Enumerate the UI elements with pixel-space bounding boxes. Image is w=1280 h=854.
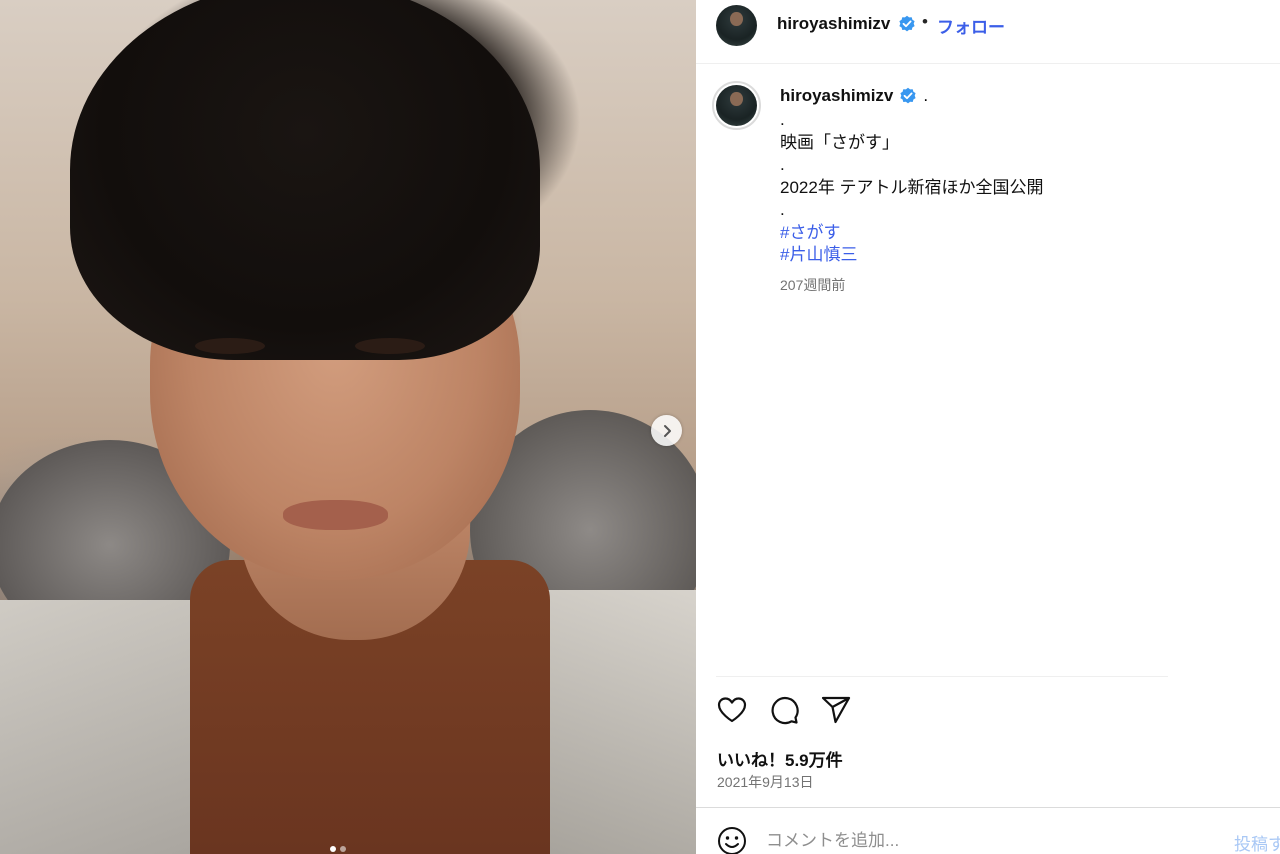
chevron-right-icon [663, 424, 671, 437]
emoji-button[interactable] [717, 826, 747, 854]
caption-username[interactable]: hiroyashimizv [780, 86, 893, 106]
hashtag-link[interactable]: #片山慎三 [780, 244, 1044, 267]
jacket [0, 600, 210, 854]
header-username[interactable]: hiroyashimizv [777, 14, 890, 34]
post-photo [0, 0, 696, 854]
smiley-icon [718, 827, 746, 854]
post-date: 2021年9月13日 [717, 774, 814, 790]
caption-line: . [780, 200, 785, 219]
heart-icon [717, 697, 747, 723]
jacket [540, 590, 696, 854]
lips [283, 500, 388, 530]
post-time-ago[interactable]: 207週間前 [780, 275, 845, 295]
carousel-dot [340, 846, 346, 852]
header-separator: • [922, 12, 928, 31]
comment-bar: 投稿す [696, 807, 1280, 854]
comment-button[interactable] [768, 694, 800, 726]
post-header: hiroyashimizv • フォロー [696, 0, 1280, 64]
likes-count[interactable]: いいね！5.9万件 [717, 746, 843, 771]
avatar[interactable] [716, 5, 757, 46]
share-button[interactable] [820, 694, 852, 726]
post-side-panel: hiroyashimizv • フォロー hiroyashimizv . . 映… [696, 0, 1280, 854]
eye [355, 338, 425, 354]
caption-line: . [780, 155, 785, 174]
caption-avatar[interactable] [712, 81, 761, 130]
follow-button[interactable]: フォロー [937, 13, 1005, 38]
caption-header: hiroyashimizv . [780, 86, 928, 106]
post-comment-button[interactable]: 投稿す [1234, 830, 1280, 854]
caption-line: . [780, 110, 785, 129]
comment-input[interactable] [766, 828, 1206, 854]
comment-icon [771, 696, 799, 725]
verified-badge-icon [899, 15, 915, 32]
action-bar [716, 694, 852, 726]
carousel-next-button[interactable] [651, 415, 682, 446]
avatar[interactable] [716, 85, 757, 126]
carousel-indicator [330, 846, 346, 852]
divider [716, 676, 1168, 677]
eye [195, 338, 265, 354]
share-icon [821, 696, 851, 724]
like-button[interactable] [716, 694, 748, 726]
carousel-dot-active [330, 846, 336, 852]
hashtag-link[interactable]: #さがす [780, 222, 1044, 245]
caption-line: 映画「さがす」 [780, 132, 899, 152]
verified-badge-icon [900, 87, 916, 104]
hair [70, 0, 540, 360]
caption-first-line: . [923, 86, 929, 105]
caption-body: . 映画「さがす」 . 2022年 テアトル新宿ほか全国公開 . #さがす #片… [780, 109, 1044, 267]
caption-line: 2022年 テアトル新宿ほか全国公開 [780, 177, 1044, 197]
